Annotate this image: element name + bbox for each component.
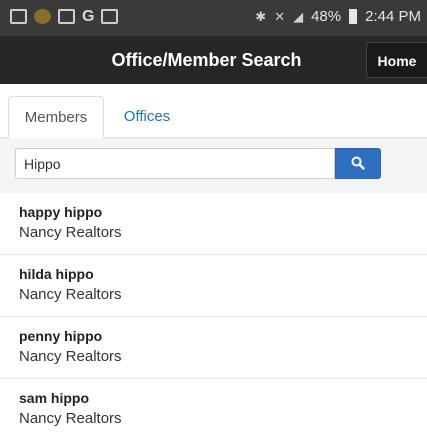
home-button[interactable]: Home [366,42,427,78]
signal-icon: ◢ [293,8,304,24]
search-input[interactable] [15,148,335,179]
member-name: sam hippo [19,390,90,406]
image-icon [58,9,75,24]
app-icon [34,9,51,24]
tab-members[interactable]: Members [8,96,104,138]
screenshot-icon [101,9,119,24]
results-list: happy hippo Nancy Realtors hilda hippo N… [0,193,427,441]
tab-offices[interactable]: Offices [112,96,182,138]
battery-icon [349,9,358,24]
list-item[interactable]: happy hippo Nancy Realtors [0,193,427,255]
member-name: penny hippo [19,328,103,344]
google-icon: G [82,8,95,25]
title-bar: Office/Member Search Home [0,36,427,84]
search-icon [351,156,365,170]
battery-percent: 48% [311,8,342,25]
list-item[interactable]: penny hippo Nancy Realtors [0,317,427,379]
list-item[interactable]: sam hippo Nancy Realtors [0,379,427,441]
status-left-icons: G [10,8,119,25]
status-bar: G ✱ ✕ ◢ 48% 2:44 PM [0,0,427,36]
member-name: happy hippo [19,204,103,220]
search-button[interactable] [335,148,381,179]
list-item[interactable]: hilda hippo Nancy Realtors [0,255,427,317]
status-right: ✱ ✕ ◢ 48% 2:44 PM [255,8,421,25]
member-name: hilda hippo [19,266,94,282]
clock: 2:44 PM [365,8,421,25]
voicemail-icon [10,9,27,24]
page-title: Office/Member Search [111,50,302,70]
member-office: Nancy Realtors [19,348,122,365]
member-office: Nancy Realtors [19,286,122,303]
member-office: Nancy Realtors [19,224,122,241]
bluetooth-icon: ✱ [255,8,267,24]
member-office: Nancy Realtors [19,410,122,427]
search-bar [0,138,427,193]
mute-icon: ✕ [274,8,286,24]
